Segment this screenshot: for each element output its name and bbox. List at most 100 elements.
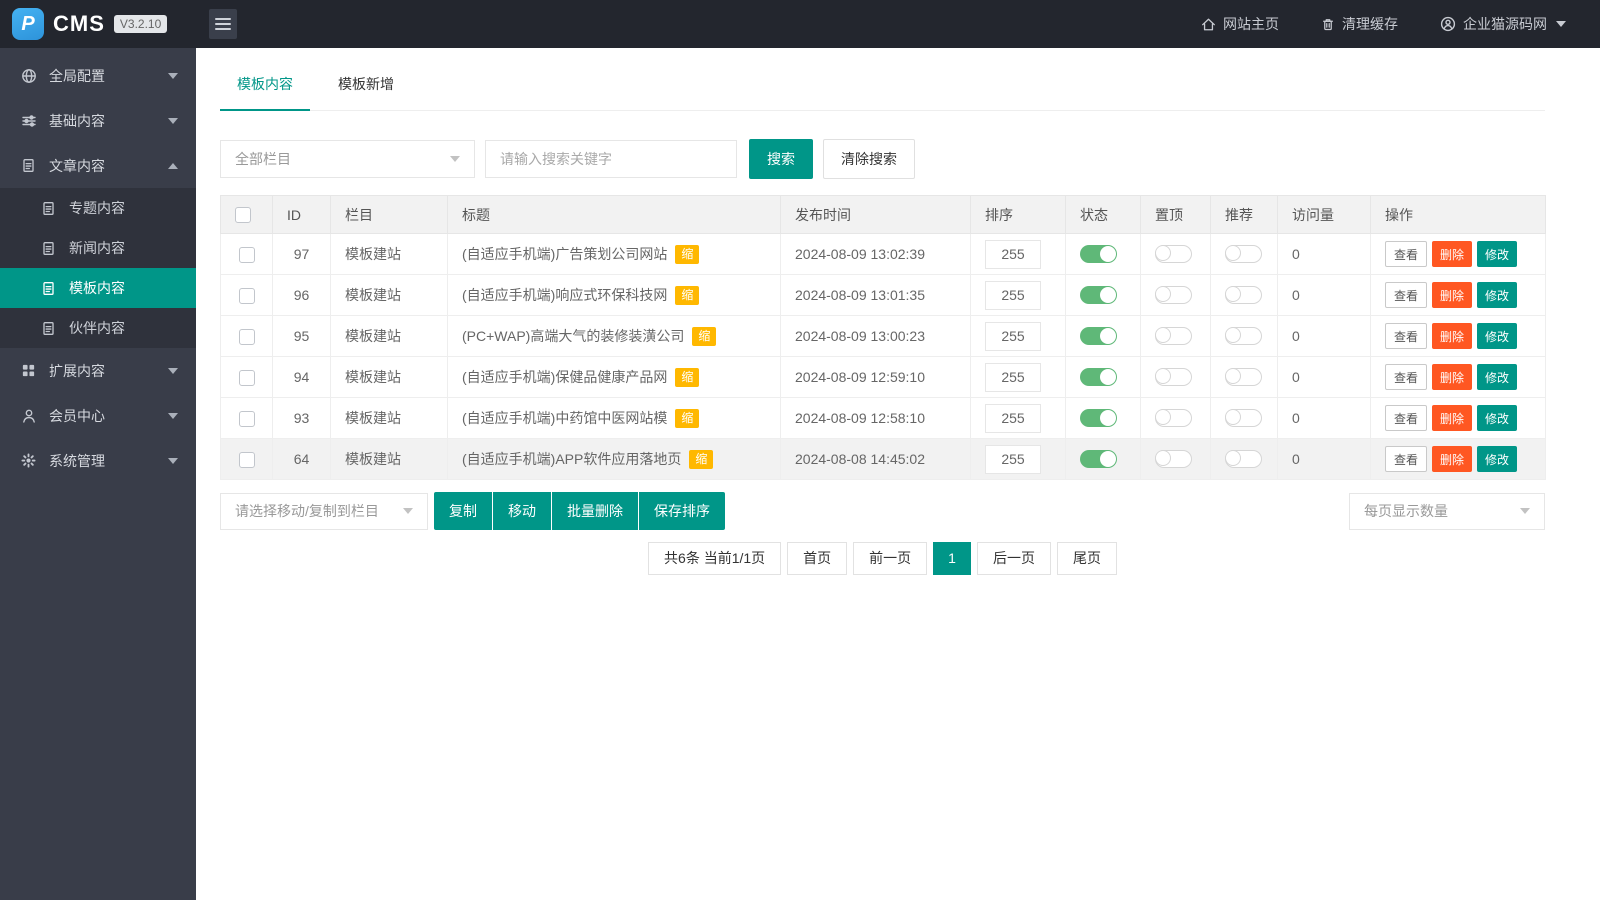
- row-title[interactable]: (自适应手机端)保健品健康产品网: [462, 367, 667, 387]
- page-next[interactable]: 后一页: [976, 542, 1051, 575]
- sort-input[interactable]: [985, 403, 1041, 433]
- pin-toggle[interactable]: [1155, 286, 1192, 305]
- sidebar-subitem[interactable]: 模板内容: [0, 268, 196, 308]
- chevron-up-icon: [168, 162, 178, 169]
- recommend-toggle[interactable]: [1225, 327, 1262, 346]
- row-title[interactable]: (自适应手机端)APP软件应用落地页: [462, 449, 681, 469]
- sidebar-subitem[interactable]: 新闻内容: [0, 228, 196, 268]
- pin-toggle[interactable]: [1155, 368, 1192, 387]
- edit-button[interactable]: 修改: [1477, 364, 1518, 390]
- row-checkbox[interactable]: [238, 451, 255, 468]
- sidebar-item[interactable]: 全局配置: [0, 53, 196, 98]
- row-checkbox[interactable]: [238, 287, 255, 304]
- delete-button[interactable]: 删除: [1432, 241, 1473, 267]
- delete-button[interactable]: 删除: [1432, 446, 1473, 472]
- sidebar-item[interactable]: 会员中心: [0, 393, 196, 438]
- pin-toggle[interactable]: [1155, 245, 1192, 264]
- main-content: 模板内容模板新增 全部栏目 搜索 清除搜索 ID栏目标题发布时间排序状态置顶推荐…: [196, 48, 1600, 900]
- delete-button[interactable]: 删除: [1432, 364, 1473, 390]
- page-size-select[interactable]: 每页显示数量: [1349, 492, 1545, 530]
- row-title[interactable]: (自适应手机端)广告策划公司网站: [462, 244, 667, 264]
- recommend-toggle[interactable]: [1225, 450, 1262, 469]
- tab-template-new[interactable]: 模板新增: [321, 74, 411, 110]
- page-prev[interactable]: 前一页: [853, 542, 928, 575]
- move-copy-select[interactable]: 请选择移动/复制到栏目: [220, 492, 428, 530]
- row-id: 97: [272, 233, 331, 275]
- sort-input[interactable]: [985, 362, 1041, 392]
- column-header: 排序: [970, 195, 1066, 234]
- sidebar-item[interactable]: 文章内容: [0, 143, 196, 188]
- row-title-cell: (自适应手机端)保健品健康产品网缩: [447, 356, 781, 398]
- row-checkbox-cell: [220, 233, 273, 275]
- row-title[interactable]: (PC+WAP)高端大气的装修装潢公司: [462, 326, 684, 346]
- sidebar-subitem-label: 专题内容: [69, 200, 125, 216]
- recommend-toggle[interactable]: [1225, 245, 1262, 264]
- status-toggle[interactable]: [1080, 368, 1117, 387]
- view-button[interactable]: 查看: [1385, 323, 1428, 349]
- hamburger-menu-icon[interactable]: [209, 9, 237, 39]
- page-number[interactable]: 1: [933, 542, 971, 575]
- status-toggle[interactable]: [1080, 286, 1117, 305]
- move-button[interactable]: 移动: [493, 492, 551, 530]
- view-button[interactable]: 查看: [1385, 241, 1428, 267]
- row-checkbox[interactable]: [238, 410, 255, 427]
- delete-button[interactable]: 删除: [1432, 323, 1473, 349]
- copy-button[interactable]: 复制: [434, 492, 492, 530]
- logo[interactable]: P CMS V3.2.10: [0, 8, 196, 40]
- select-all-checkbox[interactable]: [235, 207, 251, 224]
- edit-button[interactable]: 修改: [1477, 405, 1518, 431]
- status-toggle[interactable]: [1080, 327, 1117, 346]
- delete-button[interactable]: 删除: [1432, 405, 1473, 431]
- pin-toggle[interactable]: [1155, 409, 1192, 428]
- sidebar-subitem[interactable]: 伙伴内容: [0, 308, 196, 348]
- sort-input[interactable]: [985, 444, 1041, 474]
- recommend-toggle[interactable]: [1225, 409, 1262, 428]
- view-button[interactable]: 查看: [1385, 282, 1428, 308]
- batch-delete-button[interactable]: 批量删除: [552, 492, 638, 530]
- save-sort-button[interactable]: 保存排序: [639, 492, 725, 530]
- pin-toggle[interactable]: [1155, 450, 1192, 469]
- view-button[interactable]: 查看: [1385, 405, 1428, 431]
- row-title[interactable]: (自适应手机端)中药馆中医网站模: [462, 408, 667, 428]
- chevron-down-icon: [168, 412, 178, 419]
- topbar-link[interactable]: 网站主页: [1201, 14, 1279, 34]
- search-input[interactable]: [485, 140, 737, 178]
- row-pinned-cell: [1140, 233, 1211, 275]
- recommend-toggle[interactable]: [1225, 286, 1262, 305]
- sort-input[interactable]: [985, 239, 1041, 269]
- row-status-cell: [1065, 397, 1141, 439]
- page-first[interactable]: 首页: [787, 542, 848, 575]
- status-toggle[interactable]: [1080, 409, 1117, 428]
- content-table: ID 栏目 标题 发布时间 排序 状态 置顶 推荐 访问量 操作 97 模板建站 (自适应手机端)广告…: [220, 195, 1546, 480]
- edit-button[interactable]: 修改: [1477, 282, 1518, 308]
- view-button[interactable]: 查看: [1385, 364, 1428, 390]
- row-title[interactable]: (自适应手机端)响应式环保科技网: [462, 285, 667, 305]
- sidebar-item[interactable]: 基础内容: [0, 98, 196, 143]
- status-toggle[interactable]: [1080, 245, 1117, 264]
- sidebar-subitem-label: 伙伴内容: [69, 320, 125, 336]
- row-checkbox[interactable]: [238, 246, 255, 263]
- sidebar-item[interactable]: 系统管理: [0, 438, 196, 483]
- sort-input[interactable]: [985, 321, 1041, 351]
- edit-button[interactable]: 修改: [1477, 241, 1518, 267]
- sidebar-item[interactable]: 扩展内容: [0, 348, 196, 393]
- edit-button[interactable]: 修改: [1477, 323, 1518, 349]
- row-checkbox[interactable]: [238, 369, 255, 386]
- status-toggle[interactable]: [1080, 450, 1117, 469]
- edit-button[interactable]: 修改: [1477, 446, 1518, 472]
- sidebar-subitem-label: 新闻内容: [69, 240, 125, 256]
- category-select[interactable]: 全部栏目: [220, 140, 475, 178]
- row-checkbox[interactable]: [238, 328, 255, 345]
- topbar-link[interactable]: 清理缓存: [1321, 14, 1398, 34]
- sort-input[interactable]: [985, 280, 1041, 310]
- clear-search-button[interactable]: 清除搜索: [823, 139, 915, 179]
- search-button[interactable]: 搜索: [749, 139, 813, 179]
- pin-toggle[interactable]: [1155, 327, 1192, 346]
- sidebar-subitem[interactable]: 专题内容: [0, 188, 196, 228]
- delete-button[interactable]: 删除: [1432, 282, 1473, 308]
- tab-template-content[interactable]: 模板内容: [220, 74, 310, 111]
- recommend-toggle[interactable]: [1225, 368, 1262, 387]
- page-last[interactable]: 尾页: [1056, 542, 1117, 575]
- topbar-link[interactable]: 企业猫源码网: [1440, 14, 1566, 34]
- view-button[interactable]: 查看: [1385, 446, 1428, 472]
